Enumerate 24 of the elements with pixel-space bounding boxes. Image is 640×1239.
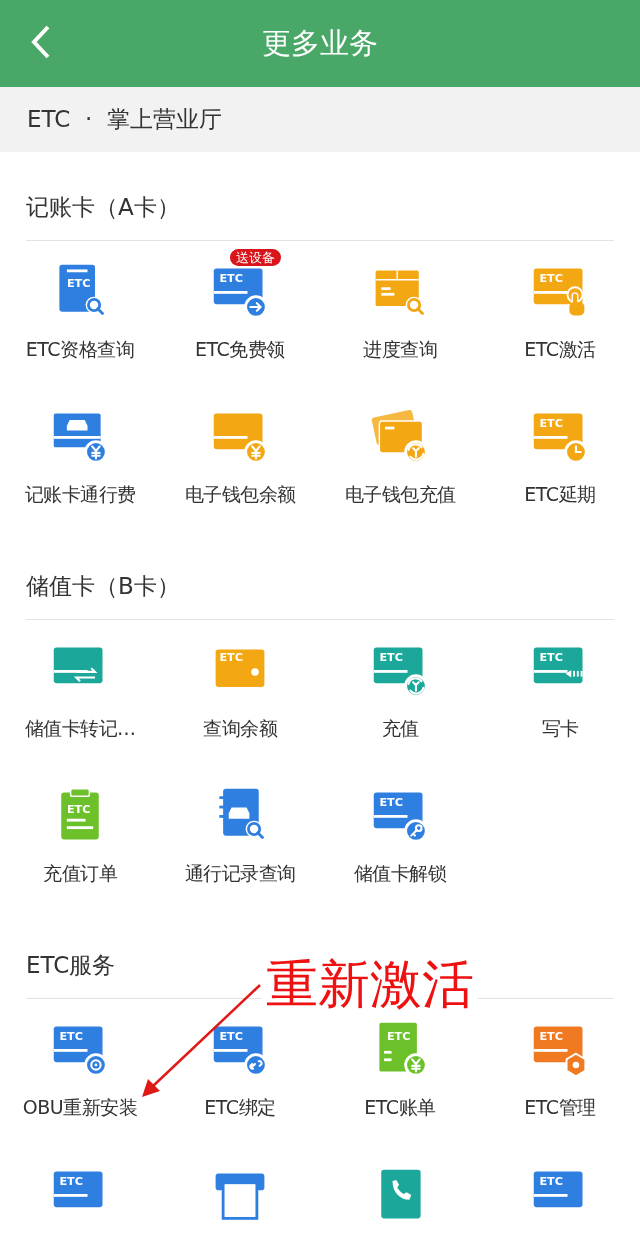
service-label[interactable]: 充值订单: [43, 863, 117, 883]
service-label[interactable]: 充值: [381, 718, 419, 738]
service-label[interactable]: 电子钱包余额: [184, 484, 296, 504]
section-title: 记账卡（A卡）: [26, 194, 180, 220]
service-label[interactable]: ETC资格查询: [25, 339, 135, 359]
service-label[interactable]: 电子钱包充值: [344, 484, 456, 504]
service-label[interactable]: ETC绑定: [204, 1097, 276, 1117]
service-label[interactable]: 进度查询: [363, 339, 437, 359]
service-label[interactable]: 储值卡转记…: [24, 718, 136, 738]
service-label[interactable]: 储值卡解锁: [353, 863, 447, 883]
service-label[interactable]: 通行记录查询: [184, 863, 296, 883]
page-title: 更多业务: [262, 24, 378, 62]
service-label[interactable]: 写卡: [541, 718, 579, 738]
section-title: 储值卡（B卡）: [26, 573, 180, 599]
service-label[interactable]: 记账卡通行费: [24, 484, 136, 504]
service-label[interactable]: 查询余额: [203, 718, 277, 738]
service-label[interactable]: ETC免费领: [195, 339, 285, 359]
service-label[interactable]: ETC账单: [364, 1097, 436, 1117]
breadcrumb-text: ETC · 掌上营业厅: [27, 105, 222, 134]
service-label[interactable]: ETC管理: [524, 1097, 596, 1117]
service-label[interactable]: ETC延期: [524, 484, 596, 504]
service-label[interactable]: ETC激活: [524, 339, 596, 359]
service-label[interactable]: OBU重新安装: [22, 1097, 138, 1117]
section-title: ETC服务: [26, 952, 116, 978]
